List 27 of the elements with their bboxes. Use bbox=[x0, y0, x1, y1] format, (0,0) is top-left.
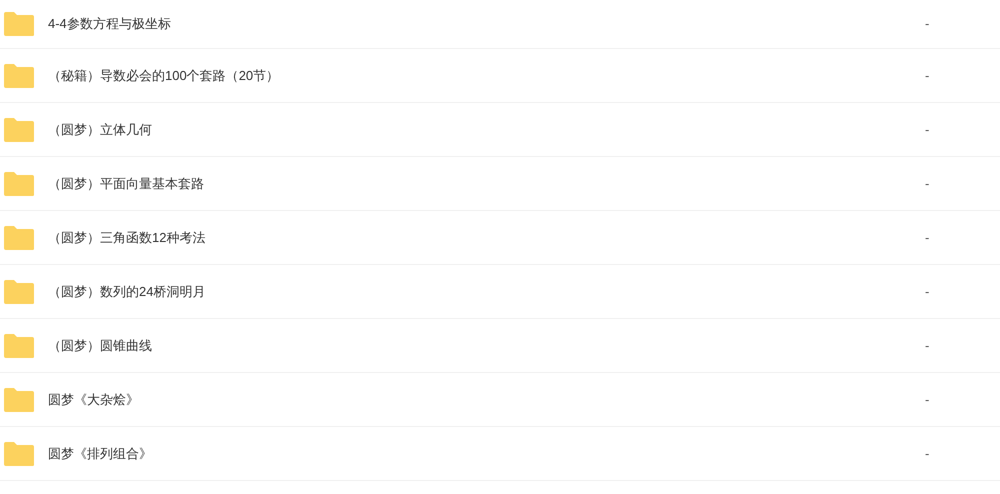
file-size: - bbox=[924, 390, 930, 409]
folder-icon bbox=[3, 11, 35, 37]
folder-name[interactable]: （圆梦）圆锥曲线 bbox=[48, 336, 152, 356]
folder-icon bbox=[3, 332, 35, 358]
folder-name[interactable]: （圆梦）数列的24桥洞明月 bbox=[48, 282, 206, 302]
file-size: - bbox=[924, 120, 930, 139]
folder-icon bbox=[3, 224, 35, 250]
folder-name[interactable]: 圆梦《大杂烩》 bbox=[48, 390, 139, 410]
folder-name[interactable]: （秘籍）导数必会的100个套路（20节） bbox=[48, 66, 280, 86]
file-size: - bbox=[924, 336, 930, 355]
folder-icon bbox=[3, 278, 35, 304]
folder-icon bbox=[3, 116, 35, 142]
file-size: - bbox=[924, 66, 930, 85]
file-size: - bbox=[924, 174, 930, 193]
folder-icon bbox=[3, 386, 35, 412]
folder-icon bbox=[3, 170, 35, 196]
folder-name[interactable]: （圆梦）立体几何 bbox=[48, 120, 152, 140]
folder-name[interactable]: （圆梦）平面向量基本套路 bbox=[48, 174, 204, 194]
folder-name[interactable]: 4-4参数方程与极坐标 bbox=[48, 14, 171, 34]
file-size: - bbox=[924, 444, 930, 463]
folder-icon bbox=[3, 62, 35, 88]
file-size: - bbox=[924, 282, 930, 301]
folder-icon bbox=[3, 440, 35, 466]
file-size: - bbox=[924, 228, 930, 247]
folder-name[interactable]: （圆梦）三角函数12种考法 bbox=[48, 228, 206, 248]
file-size: - bbox=[924, 15, 930, 34]
folder-name[interactable]: 圆梦《排列组合》 bbox=[48, 444, 152, 464]
